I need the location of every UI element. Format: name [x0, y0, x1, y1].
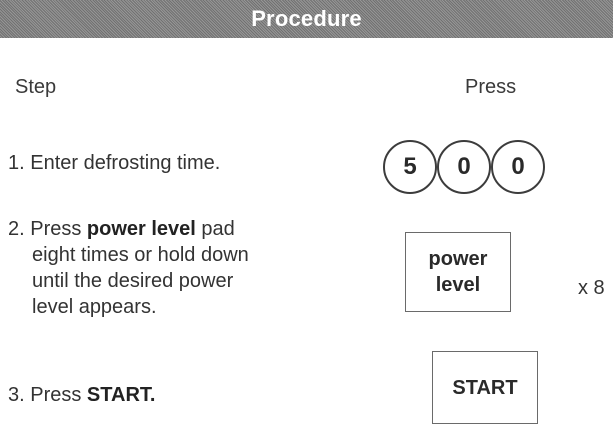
press-column-heading: Press [465, 76, 517, 98]
digit-0-key-second[interactable]: 0 [491, 140, 545, 194]
step-2-prefix: 2. Press [8, 218, 87, 240]
header-title: Procedure [251, 6, 362, 31]
digit-5-key[interactable]: 5 [383, 140, 437, 194]
step-3-start-emphasis: START. [86, 384, 156, 406]
start-key[interactable]: START [432, 351, 538, 424]
power-level-key-label: power level [429, 246, 488, 298]
power-level-key-line-2: level [435, 274, 481, 296]
step-2-line-3: until the desired power [32, 270, 234, 292]
power-level-key-line-1: power [428, 248, 488, 270]
digit-0-key[interactable]: 0 [437, 140, 491, 194]
step-2-line-1: 2. Press power level pad [8, 218, 235, 240]
step-1-instruction: Enter defrosting time. [30, 152, 221, 174]
step-column-heading: Step [15, 76, 57, 98]
step-2-line-2: eight times or hold down [32, 244, 249, 266]
step-1-prefix: 1. [8, 152, 31, 174]
procedure-header: Procedure [0, 0, 613, 38]
step-2-line-4: level appears. [32, 296, 157, 318]
repeat-count-label: x 8 [578, 277, 605, 299]
step-2-text: 2. Press power level pad eight times or … [8, 216, 249, 320]
step-1-text: 1. Enter defrosting time. [8, 150, 220, 176]
step-2-suffix: pad [195, 218, 235, 240]
step-2-power-level-emphasis: power level [86, 218, 196, 240]
power-level-key[interactable]: power level [405, 232, 511, 312]
step-3-prefix: 3. Press [8, 384, 87, 406]
step-3-text: 3. Press START. [8, 382, 155, 408]
